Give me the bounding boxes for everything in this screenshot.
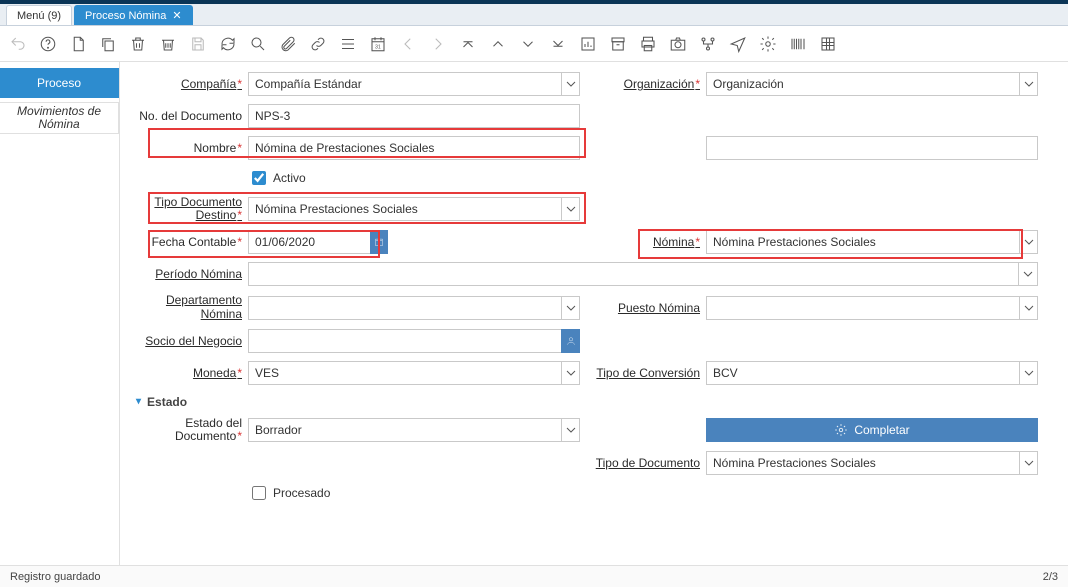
label-estado-doc: Estado del Documento xyxy=(130,417,242,443)
tab-proceso-nomina[interactable]: Proceso Nómina ✕ xyxy=(74,5,193,25)
compania-input[interactable] xyxy=(248,72,561,96)
attach-icon[interactable] xyxy=(278,34,298,54)
last-icon[interactable] xyxy=(548,34,568,54)
tipo-doc-input[interactable] xyxy=(706,451,1019,475)
tab-menu[interactable]: Menú (9) xyxy=(6,5,72,25)
status-bar: Registro guardado 2/3 xyxy=(0,565,1068,587)
puesto-input[interactable] xyxy=(706,296,1019,320)
toolbar: 31 xyxy=(0,26,1068,62)
tipo-doc-dropdown[interactable] xyxy=(1019,451,1038,475)
label-tipo-doc: Tipo de Documento xyxy=(588,456,700,470)
search-icon[interactable] xyxy=(248,34,268,54)
label-compania: Compañía xyxy=(130,77,242,91)
up-icon[interactable] xyxy=(488,34,508,54)
form: Compañía Organización No. del Documento xyxy=(120,62,1068,565)
nombre-extra-input[interactable] xyxy=(706,136,1038,160)
save-icon xyxy=(188,34,208,54)
delete-all-icon[interactable] xyxy=(158,34,178,54)
label-fecha-contable: Fecha Contable xyxy=(130,235,242,249)
fecha-contable-picker[interactable] xyxy=(370,230,388,254)
grid-icon[interactable] xyxy=(818,34,838,54)
procesado-checkbox[interactable] xyxy=(252,486,266,500)
label-tipo-doc-dest: Tipo Documento Destino xyxy=(130,196,242,222)
help-icon[interactable] xyxy=(38,34,58,54)
label-socio: Socio del Negocio xyxy=(130,334,242,348)
copy-icon[interactable] xyxy=(98,34,118,54)
no-doc-input[interactable] xyxy=(248,104,580,128)
tipo-conv-dropdown[interactable] xyxy=(1019,361,1038,385)
new-icon[interactable] xyxy=(68,34,88,54)
refresh-icon[interactable] xyxy=(218,34,238,54)
moneda-input[interactable] xyxy=(248,361,561,385)
estado-doc-input[interactable] xyxy=(248,418,561,442)
moneda-dropdown[interactable] xyxy=(561,361,580,385)
label-activo: Activo xyxy=(273,171,306,185)
delete-icon[interactable] xyxy=(128,34,148,54)
report-icon[interactable] xyxy=(578,34,598,54)
tipo-conv-input[interactable] xyxy=(706,361,1019,385)
workflow-icon[interactable] xyxy=(698,34,718,54)
camera-icon[interactable] xyxy=(668,34,688,54)
completar-button[interactable]: Completar xyxy=(706,418,1038,442)
tipo-doc-dest-input[interactable] xyxy=(248,197,561,221)
section-estado[interactable]: ▾ Estado xyxy=(136,395,1038,409)
status-pager: 2/3 xyxy=(1043,571,1058,583)
nomina-dropdown[interactable] xyxy=(1019,230,1038,254)
send-icon[interactable] xyxy=(728,34,748,54)
label-nomina: Nómina xyxy=(588,235,700,249)
periodo-dropdown[interactable] xyxy=(1018,262,1038,286)
label-nombre: Nombre xyxy=(130,141,242,155)
archive-icon[interactable] xyxy=(608,34,628,54)
print-icon[interactable] xyxy=(638,34,658,54)
label-departamento: Departamento Nómina xyxy=(130,294,242,320)
label-moneda: Moneda xyxy=(130,366,242,380)
status-message: Registro guardado xyxy=(10,571,101,583)
label-organizacion: Organización xyxy=(588,77,700,91)
nomina-input[interactable] xyxy=(706,230,1019,254)
fecha-contable-input[interactable] xyxy=(248,230,370,254)
close-icon[interactable]: ✕ xyxy=(172,9,181,22)
barcode-icon[interactable] xyxy=(788,34,808,54)
down-icon[interactable] xyxy=(518,34,538,54)
label-no-doc: No. del Documento xyxy=(130,109,242,123)
collapse-icon: ▾ xyxy=(136,396,141,407)
departamento-input[interactable] xyxy=(248,296,561,320)
nombre-input[interactable] xyxy=(248,136,580,160)
label-tipo-conv: Tipo de Conversión xyxy=(588,366,700,380)
calendar-icon[interactable]: 31 xyxy=(368,34,388,54)
side-tab-proceso[interactable]: Proceso xyxy=(0,68,119,98)
list-icon[interactable] xyxy=(338,34,358,54)
gear-icon[interactable] xyxy=(758,34,778,54)
side-tab-movimientos[interactable]: Movimientos de Nómina xyxy=(0,102,119,134)
label-procesado: Procesado xyxy=(273,486,330,500)
undo-icon xyxy=(8,34,28,54)
label-puesto: Puesto Nómina xyxy=(588,301,700,315)
tipo-doc-dest-dropdown[interactable] xyxy=(561,197,580,221)
compania-dropdown[interactable] xyxy=(561,72,580,96)
socio-input[interactable] xyxy=(248,329,561,353)
svg-text:31: 31 xyxy=(375,44,381,50)
organizacion-dropdown[interactable] xyxy=(1019,72,1038,96)
next-icon xyxy=(428,34,448,54)
estado-doc-dropdown[interactable] xyxy=(561,418,580,442)
activo-checkbox[interactable] xyxy=(252,171,266,185)
socio-lookup[interactable] xyxy=(561,329,580,353)
link-icon[interactable] xyxy=(308,34,328,54)
first-icon[interactable] xyxy=(458,34,478,54)
puesto-dropdown[interactable] xyxy=(1019,296,1038,320)
organizacion-input[interactable] xyxy=(706,72,1019,96)
tab-bar: Menú (9) Proceso Nómina ✕ xyxy=(0,4,1068,26)
prev-icon xyxy=(398,34,418,54)
periodo-input[interactable] xyxy=(248,262,1018,286)
label-periodo: Período Nómina xyxy=(130,267,242,281)
departamento-dropdown[interactable] xyxy=(561,296,580,320)
side-tabs: Proceso Movimientos de Nómina xyxy=(0,62,120,565)
